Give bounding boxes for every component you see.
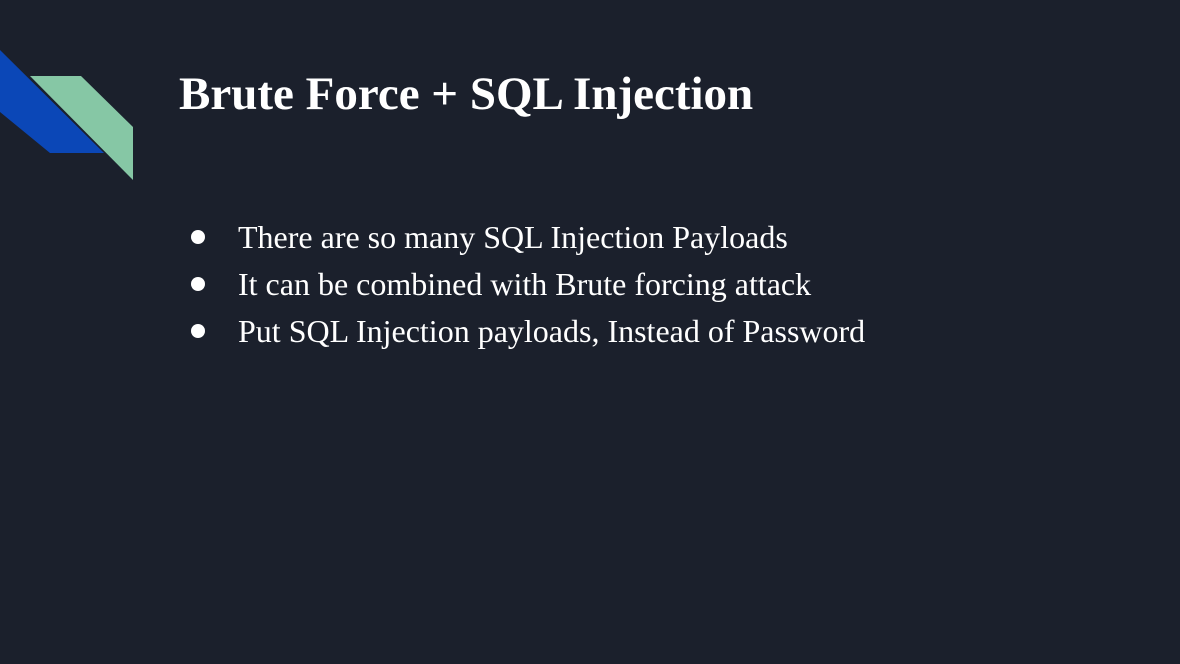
bullet-text: There are so many SQL Injection Payloads — [238, 219, 788, 255]
bullet-text: It can be combined with Brute forcing at… — [238, 266, 812, 302]
bullet-dot-icon — [191, 230, 205, 244]
slide: Brute Force + SQL Injection There are so… — [0, 0, 1180, 664]
slide-title: Brute Force + SQL Injection — [179, 68, 754, 120]
corner-decoration — [0, 50, 133, 180]
bullet-dot-icon — [191, 324, 205, 338]
bullet-text: Put SQL Injection payloads, Instead of P… — [238, 313, 866, 349]
bullet-dot-icon — [191, 277, 205, 291]
